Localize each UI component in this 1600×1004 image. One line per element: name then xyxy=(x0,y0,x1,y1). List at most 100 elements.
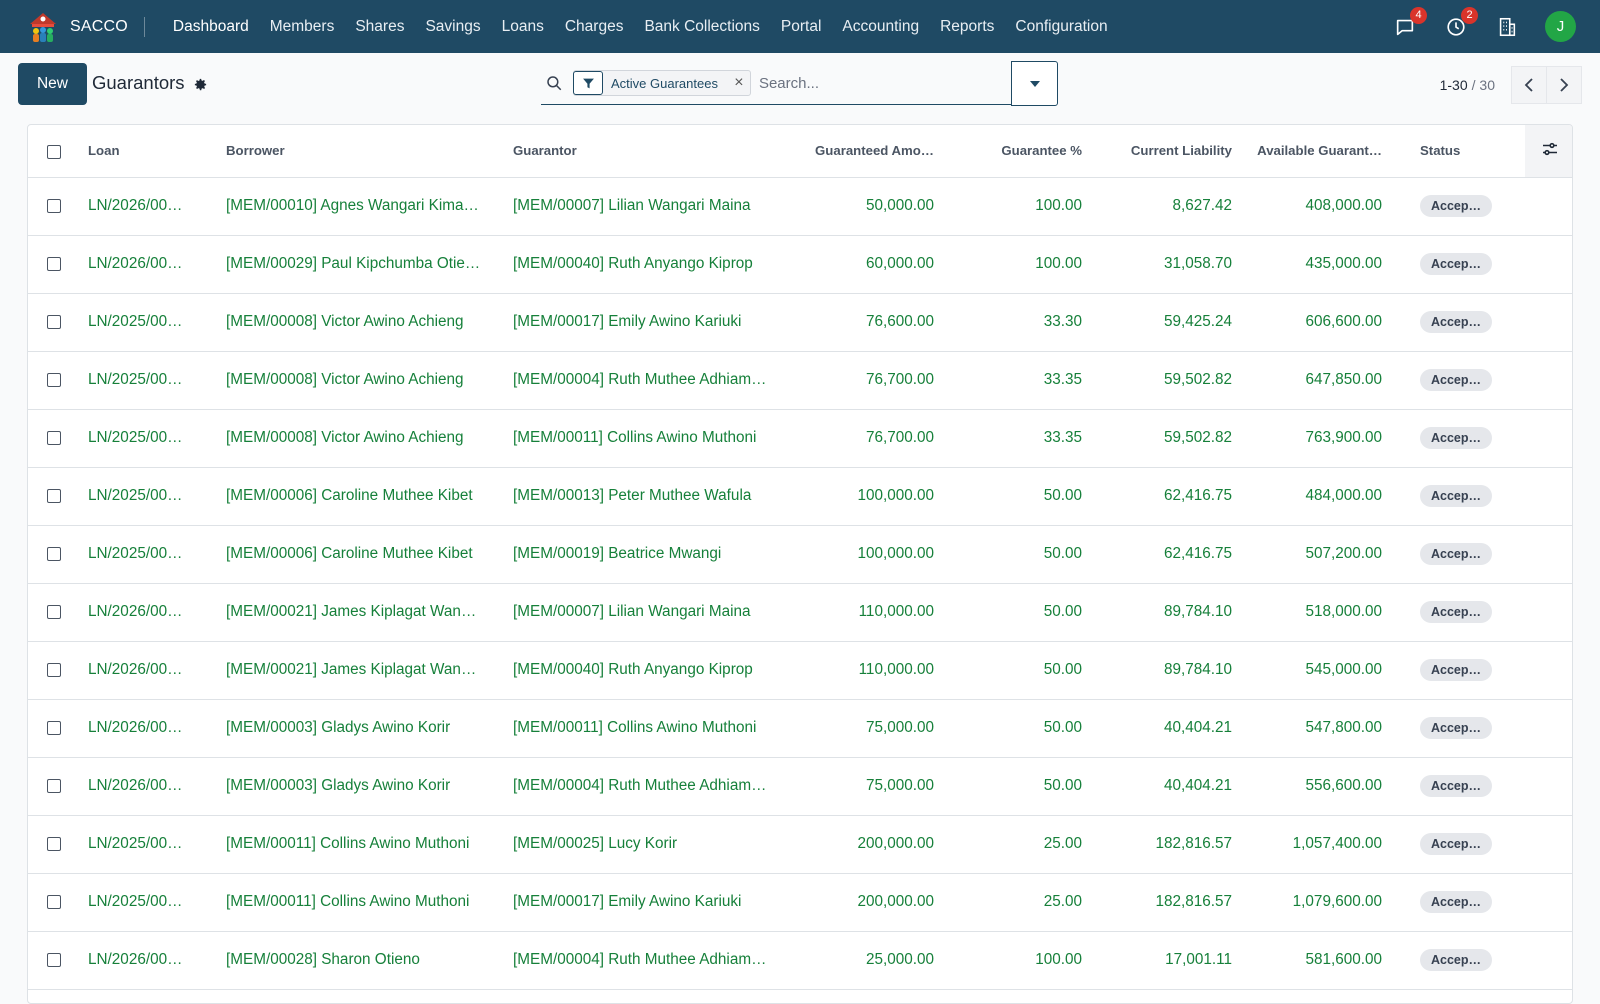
loan-cell[interactable]: LN/2025/00… xyxy=(80,525,218,584)
row-checkbox[interactable] xyxy=(47,662,61,677)
table-row[interactable]: LN/2025/00… [MEM/00008] Victor Awino Ach… xyxy=(28,293,1572,352)
borrower-cell[interactable]: [MEM/00008] Victor Awino Achieng xyxy=(218,409,505,468)
menu-item-bank-collections[interactable]: Bank Collections xyxy=(644,18,759,36)
table-row[interactable]: LN/2026/00… [MEM/00028] Sharon Otieno [M… xyxy=(28,931,1572,990)
menu-item-accounting[interactable]: Accounting xyxy=(842,18,919,36)
loan-cell[interactable]: LN/2026/00… xyxy=(80,235,218,294)
table-row[interactable]: LN/2026/00… [MEM/00021] James Kiplagat W… xyxy=(28,583,1572,642)
table-row[interactable]: LN/2026/00… [MEM/00003] Gladys Awino Kor… xyxy=(28,699,1572,758)
optional-columns-toggle[interactable] xyxy=(1525,125,1572,178)
row-checkbox[interactable] xyxy=(47,256,61,271)
guarantor-cell[interactable]: [MEM/00017] Emily Awino Kariuki xyxy=(505,293,792,352)
guarantor-cell[interactable]: [MEM/00011] Collins Awino Muthoni xyxy=(505,409,792,468)
guarantor-cell[interactable]: [MEM/00019] Beatrice Mwangi xyxy=(505,525,792,584)
borrower-cell[interactable]: [MEM/00008] Victor Awino Achieng xyxy=(218,351,505,410)
pager-next-button[interactable] xyxy=(1546,66,1582,104)
borrower-cell[interactable]: [MEM/00008] Victor Awino Achieng xyxy=(218,293,505,352)
guarantor-cell[interactable]: [MEM/00004] Ruth Muthee Adhiam… xyxy=(505,931,792,990)
select-all-checkbox[interactable] xyxy=(47,144,61,159)
menu-item-savings[interactable]: Savings xyxy=(425,18,480,36)
loan-cell[interactable]: LN/2025/00… xyxy=(80,815,218,874)
table-row[interactable]: LN/2025/00… [MEM/00011] Collins Awino Mu… xyxy=(28,815,1572,874)
borrower-cell[interactable]: [MEM/00003] Gladys Awino Korir xyxy=(218,757,505,816)
row-checkbox[interactable] xyxy=(47,314,61,329)
messages-button[interactable]: 4 xyxy=(1392,6,1427,40)
guarantor-cell[interactable]: [MEM/00013] Peter Muthee Wafula xyxy=(505,467,792,526)
guarantor-cell[interactable]: [MEM/00017] Emily Awino Kariuki xyxy=(505,873,792,932)
guarantor-cell[interactable]: [MEM/00004] Ruth Muthee Adhiam… xyxy=(505,351,792,410)
loan-cell[interactable]: LN/2026/00… xyxy=(80,177,218,236)
menu-item-shares[interactable]: Shares xyxy=(355,18,404,36)
guarantor-cell[interactable]: [MEM/00025] Lucy Korir xyxy=(505,815,792,874)
row-checkbox[interactable] xyxy=(47,430,61,445)
loan-cell[interactable]: LN/2025/00… xyxy=(80,293,218,352)
row-checkbox[interactable] xyxy=(47,372,61,387)
borrower-cell[interactable]: [MEM/00011] Collins Awino Muthoni xyxy=(218,873,505,932)
table-row[interactable]: LN/2025/00… [MEM/00011] Collins Awino Mu… xyxy=(28,873,1572,932)
user-avatar[interactable]: J xyxy=(1545,11,1576,42)
loan-cell[interactable]: LN/2025/00… xyxy=(80,873,218,932)
column-header-status[interactable]: Status xyxy=(1390,125,1525,178)
menu-item-charges[interactable]: Charges xyxy=(565,18,624,36)
guarantor-cell[interactable]: [MEM/00007] Lilian Wangari Maina xyxy=(505,583,792,642)
guarantor-cell[interactable]: [MEM/00011] Collins Awino Muthoni xyxy=(505,699,792,758)
search-options-toggle[interactable] xyxy=(1011,61,1058,106)
column-header-guaranteed-amount[interactable]: Guaranteed Amo… xyxy=(792,125,942,178)
row-checkbox[interactable] xyxy=(47,836,61,851)
search-icon[interactable] xyxy=(545,74,563,92)
loan-cell[interactable]: LN/2026/00… xyxy=(80,757,218,816)
column-header-current-liability[interactable]: Current Liability xyxy=(1090,125,1240,178)
borrower-cell[interactable]: [MEM/00003] Gladys Awino Korir xyxy=(218,699,505,758)
borrower-cell[interactable]: [MEM/00011] Collins Awino Muthoni xyxy=(218,815,505,874)
pager-previous-button[interactable] xyxy=(1511,66,1547,104)
loan-cell[interactable]: LN/2026/00… xyxy=(80,641,218,700)
guarantor-cell[interactable]: [MEM/00040] Ruth Anyango Kiprop xyxy=(505,641,792,700)
row-checkbox[interactable] xyxy=(47,894,61,909)
menu-item-portal[interactable]: Portal xyxy=(781,18,822,36)
borrower-cell[interactable]: [MEM/00029] Paul Kipchumba Otie… xyxy=(218,235,505,294)
loan-cell[interactable]: LN/2026/00… xyxy=(80,699,218,758)
search-input[interactable] xyxy=(756,73,987,93)
menu-item-members[interactable]: Members xyxy=(270,18,335,36)
new-button[interactable]: New xyxy=(18,63,87,105)
row-checkbox[interactable] xyxy=(47,546,61,561)
table-row[interactable]: LN/2026/00… [MEM/00003] Gladys Awino Kor… xyxy=(28,757,1572,816)
menu-item-reports[interactable]: Reports xyxy=(940,18,994,36)
borrower-cell[interactable]: [MEM/00028] Sharon Otieno xyxy=(218,931,505,990)
table-row[interactable]: LN/2026/00… [MEM/00021] James Kiplagat W… xyxy=(28,641,1572,700)
table-row[interactable]: LN/2025/00… [MEM/00008] Victor Awino Ach… xyxy=(28,351,1572,410)
column-header-loan[interactable]: Loan xyxy=(80,125,218,178)
table-row[interactable]: LN/2025/00… [MEM/00008] Victor Awino Ach… xyxy=(28,409,1572,468)
activities-button[interactable]: 2 xyxy=(1443,6,1478,40)
row-checkbox[interactable] xyxy=(47,778,61,793)
guarantor-cell[interactable]: [MEM/00004] Ruth Muthee Adhiam… xyxy=(505,757,792,816)
row-checkbox[interactable] xyxy=(47,952,61,967)
loan-cell[interactable]: LN/2026/00… xyxy=(80,583,218,642)
column-header-guarantee-percent[interactable]: Guarantee % xyxy=(942,125,1090,178)
guarantor-cell[interactable]: [MEM/00007] Lilian Wangari Maina xyxy=(505,177,792,236)
column-header-borrower[interactable]: Borrower xyxy=(218,125,505,178)
loan-cell[interactable]: LN/2025/00… xyxy=(80,409,218,468)
row-checkbox[interactable] xyxy=(47,720,61,735)
menu-item-dashboard[interactable]: Dashboard xyxy=(173,18,249,36)
column-header-guarantor[interactable]: Guarantor xyxy=(505,125,792,178)
loan-cell[interactable]: LN/2026/00… xyxy=(80,931,218,990)
menu-item-loans[interactable]: Loans xyxy=(502,18,544,36)
table-row[interactable]: LN/2025/00… [MEM/00006] Caroline Muthee … xyxy=(28,467,1572,526)
row-checkbox[interactable] xyxy=(47,198,61,213)
row-checkbox[interactable] xyxy=(47,488,61,503)
menu-item-configuration[interactable]: Configuration xyxy=(1015,18,1107,36)
borrower-cell[interactable]: [MEM/00010] Agnes Wangari Kima… xyxy=(218,177,505,236)
company-switcher-button[interactable] xyxy=(1494,14,1520,40)
table-row[interactable]: LN/2026/00… [MEM/00010] Agnes Wangari Ki… xyxy=(28,177,1572,236)
borrower-cell[interactable]: [MEM/00021] James Kiplagat Wan… xyxy=(218,641,505,700)
loan-cell[interactable]: LN/2025/00… xyxy=(80,467,218,526)
column-header-available-guarantee[interactable]: Available Guarant… xyxy=(1240,125,1390,178)
borrower-cell[interactable]: [MEM/00021] James Kiplagat Wan… xyxy=(218,583,505,642)
brand[interactable]: SACCO xyxy=(26,10,128,44)
close-icon[interactable]: × xyxy=(728,71,750,95)
borrower-cell[interactable]: [MEM/00006] Caroline Muthee Kibet xyxy=(218,525,505,584)
loan-cell[interactable]: LN/2025/00… xyxy=(80,351,218,410)
gear-icon[interactable] xyxy=(193,77,208,92)
row-checkbox[interactable] xyxy=(47,604,61,619)
